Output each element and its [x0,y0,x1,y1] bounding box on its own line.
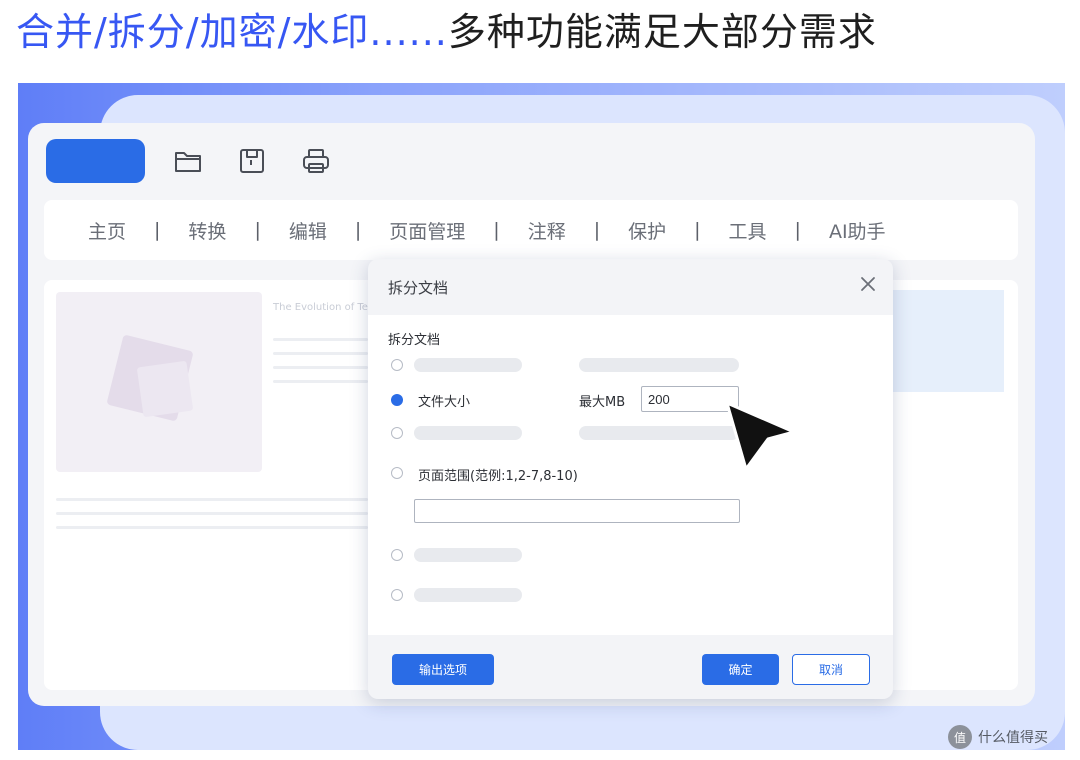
dialog-body: 拆分文档 文件大小 最大MB 页面范围(范例:1,2-7,8-10) [368,315,893,635]
primary-action-button[interactable] [46,139,145,183]
menu-separator: | [794,219,801,241]
menu-item-ai-assistant[interactable]: AI助手 [829,217,886,244]
menu-item-tools[interactable]: 工具 [729,217,767,244]
page-range-radio[interactable] [391,467,403,479]
document-text-line [56,512,368,515]
menu-separator: | [593,219,601,241]
menu-separator: | [354,219,362,241]
watermark-text: 什么值得买 [978,730,1048,746]
watermark-logo: 值 [948,725,972,749]
placeholder-bar [414,588,522,602]
cursor-arrow-icon [725,401,796,471]
document-text-line [56,526,368,529]
placeholder-bar [579,426,739,440]
document-text-line [56,498,368,501]
placeholder-bar [414,426,522,440]
max-mb-label: 最大MB [579,395,626,410]
dialog-title: 拆分文档 [388,279,449,297]
file-size-radio[interactable] [391,394,403,406]
document-text-line [273,366,368,369]
output-options-button[interactable]: 输出选项 [392,654,494,685]
split-option-radio[interactable] [391,427,403,439]
confirm-button[interactable]: 确定 [702,654,779,685]
menu-item-page-management[interactable]: 页面管理 [389,217,465,244]
main-menu-bar: 主页 | 转换 | 编辑 | 页面管理 | 注释 | 保护 | 工具 | AI助… [44,200,1018,260]
watermark: 值 什么值得买 [948,725,1048,749]
menu-item-convert[interactable]: 转换 [188,217,226,244]
cancel-button[interactable]: 取消 [792,654,870,685]
file-size-label: 文件大小 [418,395,471,410]
document-image [56,292,262,472]
menu-item-protect[interactable]: 保护 [628,217,666,244]
menu-separator: | [493,219,500,241]
split-option-radio[interactable] [391,359,403,371]
document-heading: The Evolution of Te [273,302,368,313]
document-text-line [273,338,368,341]
menu-separator: | [154,219,161,241]
save-icon[interactable] [234,143,270,179]
folder-open-icon[interactable] [170,143,206,179]
document-text-line [273,380,368,383]
page-range-label: 页面范围(范例:1,2-7,8-10) [418,469,578,484]
promo-headline: 合并/拆分/加密/水印......多种功能满足大部分需求 [16,4,877,60]
placeholder-bar [579,358,739,372]
menu-item-edit[interactable]: 编辑 [289,217,327,244]
split-option-radio[interactable] [391,589,403,601]
placeholder-bar [414,358,522,372]
section-label: 拆分文档 [388,333,441,348]
menu-item-home[interactable]: 主页 [88,217,126,244]
document-text-line [273,352,368,355]
print-icon[interactable] [298,143,334,179]
headline-rest-text: 多种功能满足大部分需求 [447,10,877,54]
document-highlight-block [892,290,1004,392]
menu-separator: | [254,219,261,241]
menu-separator: | [694,219,701,241]
headline-accent-text: 合并/拆分/加密/水印...... [16,10,448,54]
split-document-dialog: 拆分文档 拆分文档 文件大小 最大MB 页面范围(范例:1,2-7,8-10) … [368,259,893,699]
split-option-radio[interactable] [391,549,403,561]
cube-shape [136,360,194,418]
placeholder-bar [414,548,522,562]
close-icon[interactable] [857,273,879,295]
menu-item-annotate[interactable]: 注释 [528,217,566,244]
page-range-input[interactable] [414,499,740,523]
